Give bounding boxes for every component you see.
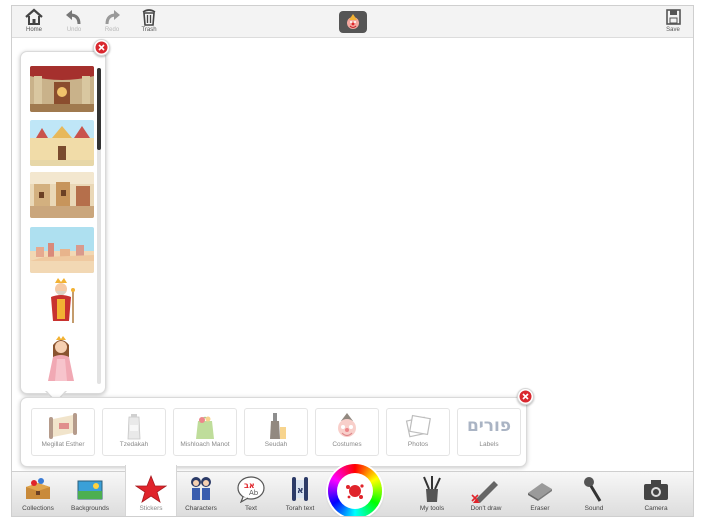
category-label: Tzedakah [119, 441, 149, 448]
top-toolbar: Home Undo Redo Trash Save [12, 6, 693, 38]
undo-icon [66, 10, 81, 25]
sticker-queen-character[interactable] [41, 335, 81, 383]
close-icon [95, 41, 108, 54]
dont-draw-button[interactable]: Don't draw [460, 475, 512, 516]
text-button[interactable]: אב Ab Text [225, 475, 277, 516]
svg-text:Ab: Ab [249, 489, 259, 497]
category-label: Labels [479, 441, 499, 448]
sticker-city-skyline-scene[interactable] [30, 227, 94, 273]
stickers-label: Stickers [139, 505, 163, 512]
sound-button[interactable]: Sound [568, 475, 620, 516]
torah-text-button[interactable]: א Torah text [274, 475, 326, 516]
undo-label: Undo [66, 27, 82, 33]
eraser-label: Eraser [530, 505, 550, 512]
tzedakah-box-icon [127, 414, 141, 440]
save-button[interactable]: Save [653, 7, 693, 37]
category-labels[interactable]: פורים Labels [457, 408, 521, 456]
mascot-badge[interactable] [339, 11, 367, 33]
save-icon [666, 9, 681, 25]
sticker-king-character[interactable] [41, 277, 81, 325]
close-icon [519, 390, 532, 403]
photos-icon [405, 414, 431, 438]
close-category-panel-button[interactable] [517, 388, 534, 405]
stickers-button[interactable]: Stickers [125, 465, 177, 516]
redo-icon [105, 10, 120, 25]
scroll-icon [49, 413, 77, 439]
dont-draw-label: Don't draw [470, 505, 502, 512]
category-photos[interactable]: Photos [386, 408, 450, 456]
characters-label: Characters [185, 505, 217, 512]
svg-text:א: א [297, 486, 304, 496]
color-wheel-button[interactable] [328, 464, 382, 516]
collections-label: Collections [22, 505, 54, 512]
sticker-palace-scene[interactable] [30, 66, 94, 112]
camera-icon [644, 480, 668, 500]
backgrounds-label: Backgrounds [71, 505, 109, 512]
sticker-panel [20, 51, 106, 394]
pencil-icon [471, 481, 498, 503]
home-label: Home [25, 27, 42, 33]
bottom-toolbar: Collections Backgrounds Stickers Charact… [12, 464, 693, 516]
undo-button[interactable]: Undo [54, 7, 94, 37]
landscape-icon [77, 480, 103, 500]
category-costumes[interactable]: Costumes [315, 408, 379, 456]
trash-label: Trash [141, 27, 157, 33]
category-seudah[interactable]: Seudah [244, 408, 308, 456]
wine-bottle-icon [270, 413, 286, 439]
category-megillat-esther[interactable]: Megillat Esther [31, 408, 95, 456]
close-sticker-panel-button[interactable] [93, 39, 110, 56]
camera-label: Camera [644, 505, 668, 512]
home-icon [25, 8, 43, 25]
my-tools-button[interactable]: My tools [406, 475, 458, 516]
microphone-icon [584, 477, 602, 502]
characters-icon [191, 477, 211, 500]
my-tools-label: My tools [419, 505, 445, 512]
sticker-scrollbar-thumb[interactable] [97, 68, 101, 150]
eraser-button[interactable]: Eraser [514, 475, 566, 516]
backgrounds-button[interactable]: Backgrounds [64, 475, 116, 516]
home-button[interactable]: Home [14, 7, 54, 37]
torah-text-label: Torah text [285, 505, 315, 512]
category-panel: Megillat Esther Tzedakah Mishloach Manot [20, 397, 527, 467]
clown-mask-icon [338, 413, 356, 437]
star-icon [135, 475, 167, 503]
category-label: Costumes [332, 441, 362, 448]
collections-button[interactable]: Collections [12, 475, 64, 516]
category-tzedakah[interactable]: Tzedakah [102, 408, 166, 456]
category-label: Seudah [264, 441, 288, 448]
category-label: Megillat Esther [41, 441, 85, 448]
category-mishloach-manot[interactable]: Mishloach Manot [173, 408, 237, 456]
text-bubble-icon: אב Ab [237, 476, 265, 503]
paint-splat-icon [346, 484, 364, 499]
hebrew-label-icon: פורים [466, 416, 512, 436]
sound-label: Sound [584, 505, 604, 512]
redo-button[interactable]: Redo [92, 7, 132, 37]
gift-bag-icon [196, 416, 214, 439]
characters-button[interactable]: Characters [175, 475, 227, 516]
treasure-box-icon [26, 478, 50, 499]
camera-button[interactable]: Camera [630, 475, 682, 516]
torah-scroll-icon: א [292, 477, 308, 501]
trash-button[interactable]: Trash [129, 7, 169, 37]
save-label: Save [666, 27, 680, 33]
redo-label: Redo [104, 27, 120, 33]
brush-cup-icon [423, 476, 441, 502]
clown-face-icon [347, 14, 359, 29]
trash-icon [142, 9, 156, 26]
eraser-icon [528, 483, 552, 501]
app-window: Home Undo Redo Trash Save Megillat Esthe… [11, 5, 694, 517]
category-label: Photos [407, 441, 429, 448]
category-label: Mishloach Manot [180, 441, 230, 448]
sticker-town-street-scene[interactable] [30, 172, 94, 218]
text-label: Text [245, 505, 257, 512]
sticker-palace-exterior-scene[interactable] [30, 120, 94, 166]
